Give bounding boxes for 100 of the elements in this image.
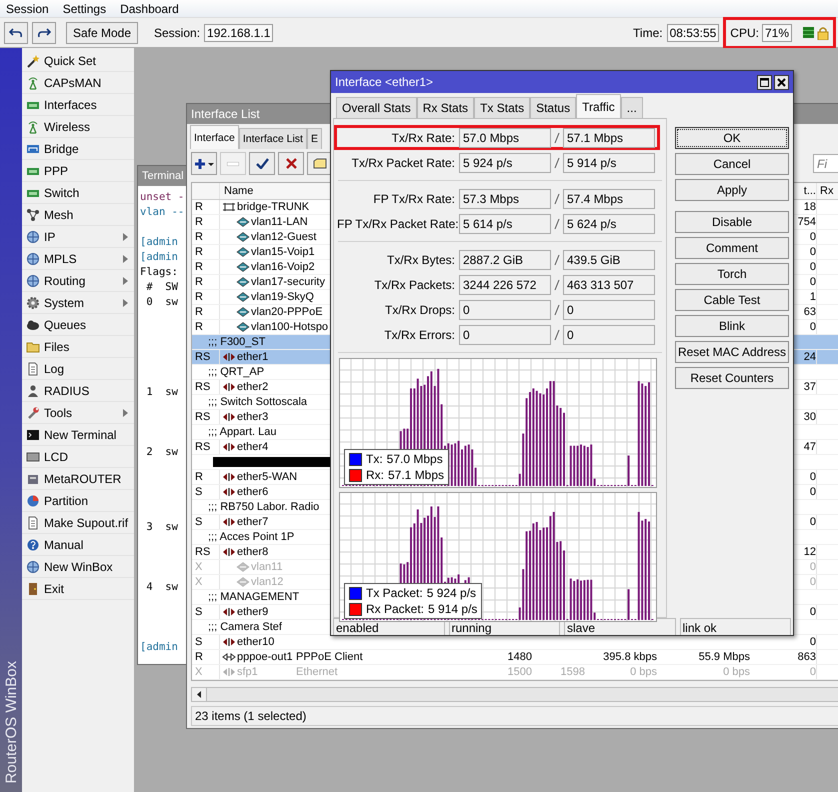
column-header[interactable]: Rx — [820, 185, 834, 197]
sidebar-item[interactable]: Interfaces — [22, 94, 134, 116]
flag-text: R — [195, 201, 203, 213]
table-cell: 1500 — [508, 666, 532, 678]
table-cell: 0 bps — [630, 666, 657, 678]
dialog-button[interactable]: Disable — [675, 211, 789, 233]
interface-name: ether10 — [237, 636, 274, 648]
interface-name: ether3 — [237, 411, 268, 423]
field-label: Tx/Rx Drops: — [384, 302, 456, 316]
sidebar-item[interactable]: MPLS — [22, 248, 134, 270]
flag-text: S — [195, 516, 202, 528]
sidebar-label: Bridge — [44, 142, 79, 156]
tab[interactable]: Overall Stats — [336, 97, 417, 118]
sidebar-label: Tools — [44, 406, 72, 420]
sidebar-item[interactable]: Switch — [22, 182, 134, 204]
flag-text: R — [195, 231, 203, 243]
sidebar-item[interactable]: LCD — [22, 446, 134, 468]
sidebar-label: Switch — [44, 186, 80, 200]
sidebar-item[interactable]: Bridge — [22, 138, 134, 160]
tab[interactable]: ... — [620, 97, 643, 118]
sidebar-label: Make Supout.rif — [44, 516, 128, 530]
menu-item[interactable]: Settings — [62, 2, 106, 16]
legend-value: 5 914 p/s — [428, 602, 478, 616]
sidebar-item[interactable]: Quick Set — [22, 50, 134, 72]
table-cell: 37 — [804, 381, 816, 393]
table-cell: 1 — [810, 291, 816, 303]
value-field: 439.5 GiB — [563, 250, 655, 270]
dialog-button[interactable]: OK — [675, 127, 789, 149]
table-cell: 0 — [810, 561, 816, 573]
menu-item[interactable]: Session — [6, 2, 49, 16]
dialog-button[interactable]: Reset MAC Address — [675, 341, 789, 363]
comment-text: ;;; MANAGEMENT — [207, 591, 300, 603]
flag-text: RS — [195, 411, 210, 423]
menu-item[interactable]: Dashboard — [120, 2, 179, 16]
tab[interactable]: Status — [530, 97, 576, 118]
terminal-line: unset - — [140, 190, 184, 205]
tab[interactable]: E — [306, 128, 322, 149]
value-field: 2887.2 GiB — [459, 250, 551, 270]
sidebar-item[interactable]: Manual — [22, 534, 134, 556]
value-field: 57.1 Mbps — [563, 128, 655, 148]
interface-name: sfp1 — [237, 666, 258, 678]
find-field[interactable]: Fi — [813, 154, 838, 173]
legend-value: 57.1 Mbps — [388, 468, 444, 482]
window-title: Interface List — [191, 107, 260, 121]
tab[interactable]: Traffic — [576, 94, 621, 118]
tab[interactable]: Rx Stats — [416, 97, 474, 118]
table-cell: 0 bps — [723, 666, 750, 678]
sidebar-item[interactable]: Partition — [22, 490, 134, 512]
sidebar-item[interactable]: New WinBox — [22, 556, 134, 578]
sidebar-label: LCD — [44, 450, 68, 464]
tab[interactable]: Tx Stats — [474, 97, 530, 118]
sidebar-item[interactable]: Wireless — [22, 116, 134, 138]
table-cell: 0 — [810, 246, 816, 258]
table-cell: 1598 — [560, 666, 585, 678]
sidebar-label: Routing — [44, 274, 86, 288]
status-field: slave — [564, 618, 676, 635]
column-header[interactable]: t... — [804, 185, 816, 197]
dialog-button[interactable]: Reset Counters — [675, 367, 789, 389]
sidebar-label: IP — [44, 230, 56, 244]
interface-name: ether7 — [237, 516, 268, 528]
sidebar-item[interactable]: MetaROUTER — [22, 468, 134, 490]
dialog-button[interactable]: Cable Test — [675, 289, 789, 311]
sidebar-item[interactable]: Exit — [22, 578, 134, 600]
interface-name: bridge-TRUNK — [237, 201, 310, 213]
sidebar-item[interactable]: Files — [22, 336, 134, 358]
sidebar-item[interactable]: Tools — [22, 402, 134, 424]
sidebar-item[interactable]: Routing — [22, 270, 134, 292]
sidebar-item[interactable]: New Terminal — [22, 424, 134, 446]
window-title: Interface <ether1> — [335, 75, 434, 89]
comment-text: ;;; Appart. Lau — [207, 426, 278, 438]
safe-mode-button[interactable]: Safe Mode — [66, 22, 138, 44]
terminal-line: Flags: — [140, 265, 178, 280]
sidebar-item[interactable]: Make Supout.rif — [22, 512, 134, 534]
sidebar-item[interactable]: IP — [22, 226, 134, 248]
field-label: FP Tx/Rx Packet Rate: — [337, 216, 459, 230]
dialog-button[interactable]: Comment — [675, 237, 789, 259]
field-label: FP Tx/Rx Rate: — [372, 192, 456, 206]
dialog-button[interactable]: Torch — [675, 263, 789, 285]
flag-text: X — [195, 666, 202, 678]
interface-name: ether1 — [237, 351, 268, 363]
sidebar-item[interactable]: CAPsMAN — [22, 72, 134, 94]
sidebar-item[interactable]: Log — [22, 358, 134, 380]
table-cell: 0 — [810, 261, 816, 273]
sidebar-item[interactable]: System — [22, 292, 134, 314]
tab[interactable]: Interface — [190, 125, 239, 149]
sidebar-item[interactable]: Mesh — [22, 204, 134, 226]
table-cell: 0 — [810, 321, 816, 333]
sidebar-label: MPLS — [44, 252, 77, 266]
tab[interactable]: Interface List — [238, 128, 307, 149]
table-cell: 0 — [810, 276, 816, 288]
sidebar-item[interactable]: Queues — [22, 314, 134, 336]
dialog-button[interactable]: Cancel — [675, 153, 789, 175]
interface-name: vlan11 — [251, 561, 283, 573]
sidebar-item[interactable]: RADIUS — [22, 380, 134, 402]
table-cell: 0 — [810, 576, 816, 588]
table-row[interactable]: R pppoe-out1 PPPoE Client 1480 395.8 kbps 55.9 Mbps 863 — [192, 650, 838, 665]
column-header[interactable]: Name — [224, 185, 254, 197]
sidebar-item[interactable]: PPP — [22, 160, 134, 182]
dialog-button[interactable]: Blink — [675, 315, 789, 337]
dialog-button[interactable]: Apply — [675, 179, 789, 201]
